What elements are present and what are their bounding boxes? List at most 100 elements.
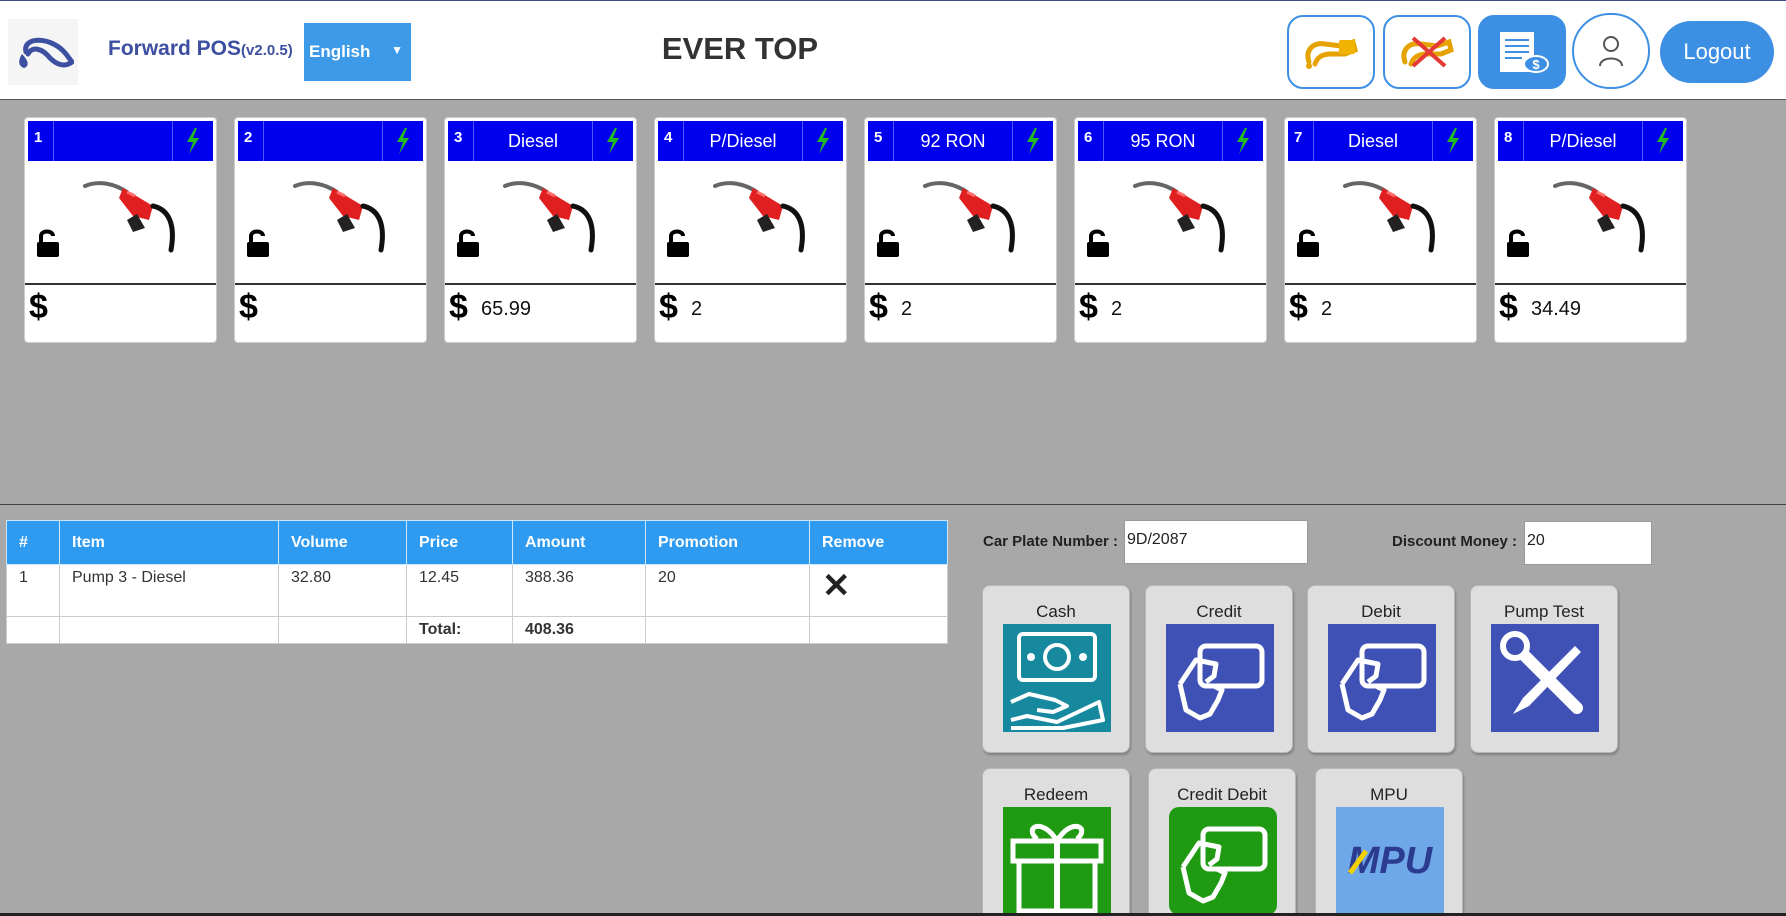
currency-symbol: $	[1079, 288, 1098, 326]
pump-fuel-type: Diesel	[1314, 121, 1433, 161]
row-volume: 32.80	[278, 564, 407, 617]
unlock-icon[interactable]	[1085, 228, 1111, 263]
lightning-icon	[173, 121, 213, 161]
divider	[865, 283, 1056, 285]
credit-debit-label: Credit Debit	[1177, 785, 1267, 804]
user-profile-button[interactable]	[1572, 13, 1650, 89]
cash-label: Cash	[1036, 602, 1076, 621]
fuel-nozzle-disabled-icon	[1401, 36, 1454, 68]
pump-amount: 34.49	[1531, 298, 1582, 320]
discount-input[interactable]: 20	[1524, 521, 1652, 565]
app-version: (v2.0.5)	[241, 42, 293, 59]
pump-card[interactable]: 6 95 RON $2	[1074, 117, 1267, 343]
debit-label: Debit	[1361, 602, 1401, 621]
pump-fuel-type: P/Diesel	[684, 121, 803, 161]
pump-header: 8 P/Diesel	[1498, 121, 1683, 161]
table-row: 1 Pump 3 - Diesel 32.80 12.45 388.36 20 …	[6, 564, 948, 617]
credit-label: Credit	[1196, 602, 1242, 621]
col-item: Item	[59, 520, 279, 565]
tools-icon	[1491, 624, 1599, 732]
pump-header: 7 Diesel	[1288, 121, 1473, 161]
language-value: English	[309, 42, 371, 61]
lightning-icon	[593, 121, 633, 161]
pump-fuel-type	[264, 121, 383, 161]
pump-number: 4	[658, 121, 684, 161]
pump-amount: 2	[1111, 298, 1123, 320]
language-select[interactable]: English ▼	[304, 23, 411, 81]
pump-number: 2	[238, 121, 264, 161]
logout-button[interactable]: Logout	[1660, 21, 1774, 83]
pump-header: 4 P/Diesel	[658, 121, 843, 161]
mpu-button[interactable]: MPU MPU	[1315, 768, 1463, 916]
fuel-nozzle-icon	[1125, 176, 1235, 261]
divider	[1495, 283, 1686, 285]
unlock-icon[interactable]	[1505, 228, 1531, 263]
unlock-icon[interactable]	[665, 228, 691, 263]
car-plate-input[interactable]: 9D/2087	[1124, 520, 1308, 564]
currency-symbol: $	[1499, 288, 1518, 326]
fuel-nozzle-icon	[285, 176, 395, 261]
cash-hand-icon	[1003, 624, 1111, 732]
redeem-label: Redeem	[1023, 785, 1089, 804]
divider	[1285, 283, 1476, 285]
currency-symbol: $	[659, 288, 678, 326]
fuel-nozzle-icon	[1335, 176, 1445, 261]
pump-test-button[interactable]: Pump Test	[1470, 585, 1618, 753]
currency-symbol: $	[869, 288, 888, 326]
col-promotion: Promotion	[645, 520, 810, 565]
fuel-nozzle-icon	[495, 176, 605, 261]
pump-card[interactable]: 8 P/Diesel $34.49	[1494, 117, 1687, 343]
debit-button[interactable]: Debit	[1307, 585, 1455, 753]
col-number: #	[6, 520, 60, 565]
pump-authorize-button[interactable]	[1287, 15, 1375, 89]
remove-icon[interactable]: ✕	[822, 567, 851, 605]
unlock-icon[interactable]	[1295, 228, 1321, 263]
unlock-icon[interactable]	[245, 228, 271, 263]
card-hand-icon	[1169, 807, 1277, 915]
credit-debit-button[interactable]: Credit Debit	[1148, 768, 1296, 916]
pump-number: 7	[1288, 121, 1314, 161]
pump-card[interactable]: 1 $	[24, 117, 217, 343]
row-item: Pump 3 - Diesel	[59, 564, 279, 617]
pump-card[interactable]: 7 Diesel $2	[1284, 117, 1477, 343]
lightning-icon	[1433, 121, 1473, 161]
currency-symbol: $	[1289, 288, 1308, 326]
app-header: Forward POS(v2.0.5) English ▼ EVER TOP $	[0, 0, 1786, 100]
pump-test-label: Pump Test	[1503, 602, 1584, 621]
redeem-button[interactable]: Redeem	[982, 768, 1130, 916]
pump-grid: 1 $2 $3 Diesel $65.99 4 P/Diesel $2 5 92 RON $2 6 95…	[0, 101, 1786, 505]
divider	[445, 283, 636, 285]
pump-fuel-type	[54, 121, 173, 161]
divider	[235, 283, 426, 285]
pump-number: 6	[1078, 121, 1104, 161]
lightning-icon	[1223, 121, 1263, 161]
pump-number: 8	[1498, 121, 1524, 161]
svg-text:$: $	[1532, 57, 1540, 72]
fuel-nozzle-icon	[1305, 38, 1358, 69]
currency-symbol: $	[449, 288, 468, 326]
pump-fuel-type: 95 RON	[1104, 121, 1223, 161]
unlock-icon[interactable]	[875, 228, 901, 263]
pump-header: 2	[238, 121, 423, 161]
unlock-icon[interactable]	[35, 228, 61, 263]
pump-card[interactable]: 3 Diesel $65.99	[444, 117, 637, 343]
invoice-dollar-icon: $	[1500, 32, 1549, 73]
divider	[1075, 283, 1266, 285]
invoice-button[interactable]: $	[1478, 15, 1566, 89]
pump-card[interactable]: 2 $	[234, 117, 427, 343]
pump-header: 5 92 RON	[868, 121, 1053, 161]
unlock-icon[interactable]	[455, 228, 481, 263]
currency-symbol: $	[239, 288, 258, 326]
discount-label: Discount Money :	[1392, 533, 1518, 550]
pump-card[interactable]: 5 92 RON $2	[864, 117, 1057, 343]
pump-stop-button[interactable]	[1383, 15, 1471, 89]
mpu-label: MPU	[1370, 785, 1408, 804]
gift-icon	[1003, 807, 1111, 915]
total-value: 408.36	[512, 616, 646, 644]
pump-header: 6 95 RON	[1078, 121, 1263, 161]
col-price: Price	[406, 520, 513, 565]
credit-button[interactable]: Credit	[1145, 585, 1293, 753]
pump-card[interactable]: 4 P/Diesel $2	[654, 117, 847, 343]
cash-button[interactable]: Cash	[982, 585, 1130, 753]
chevron-down-icon: ▼	[391, 43, 403, 57]
